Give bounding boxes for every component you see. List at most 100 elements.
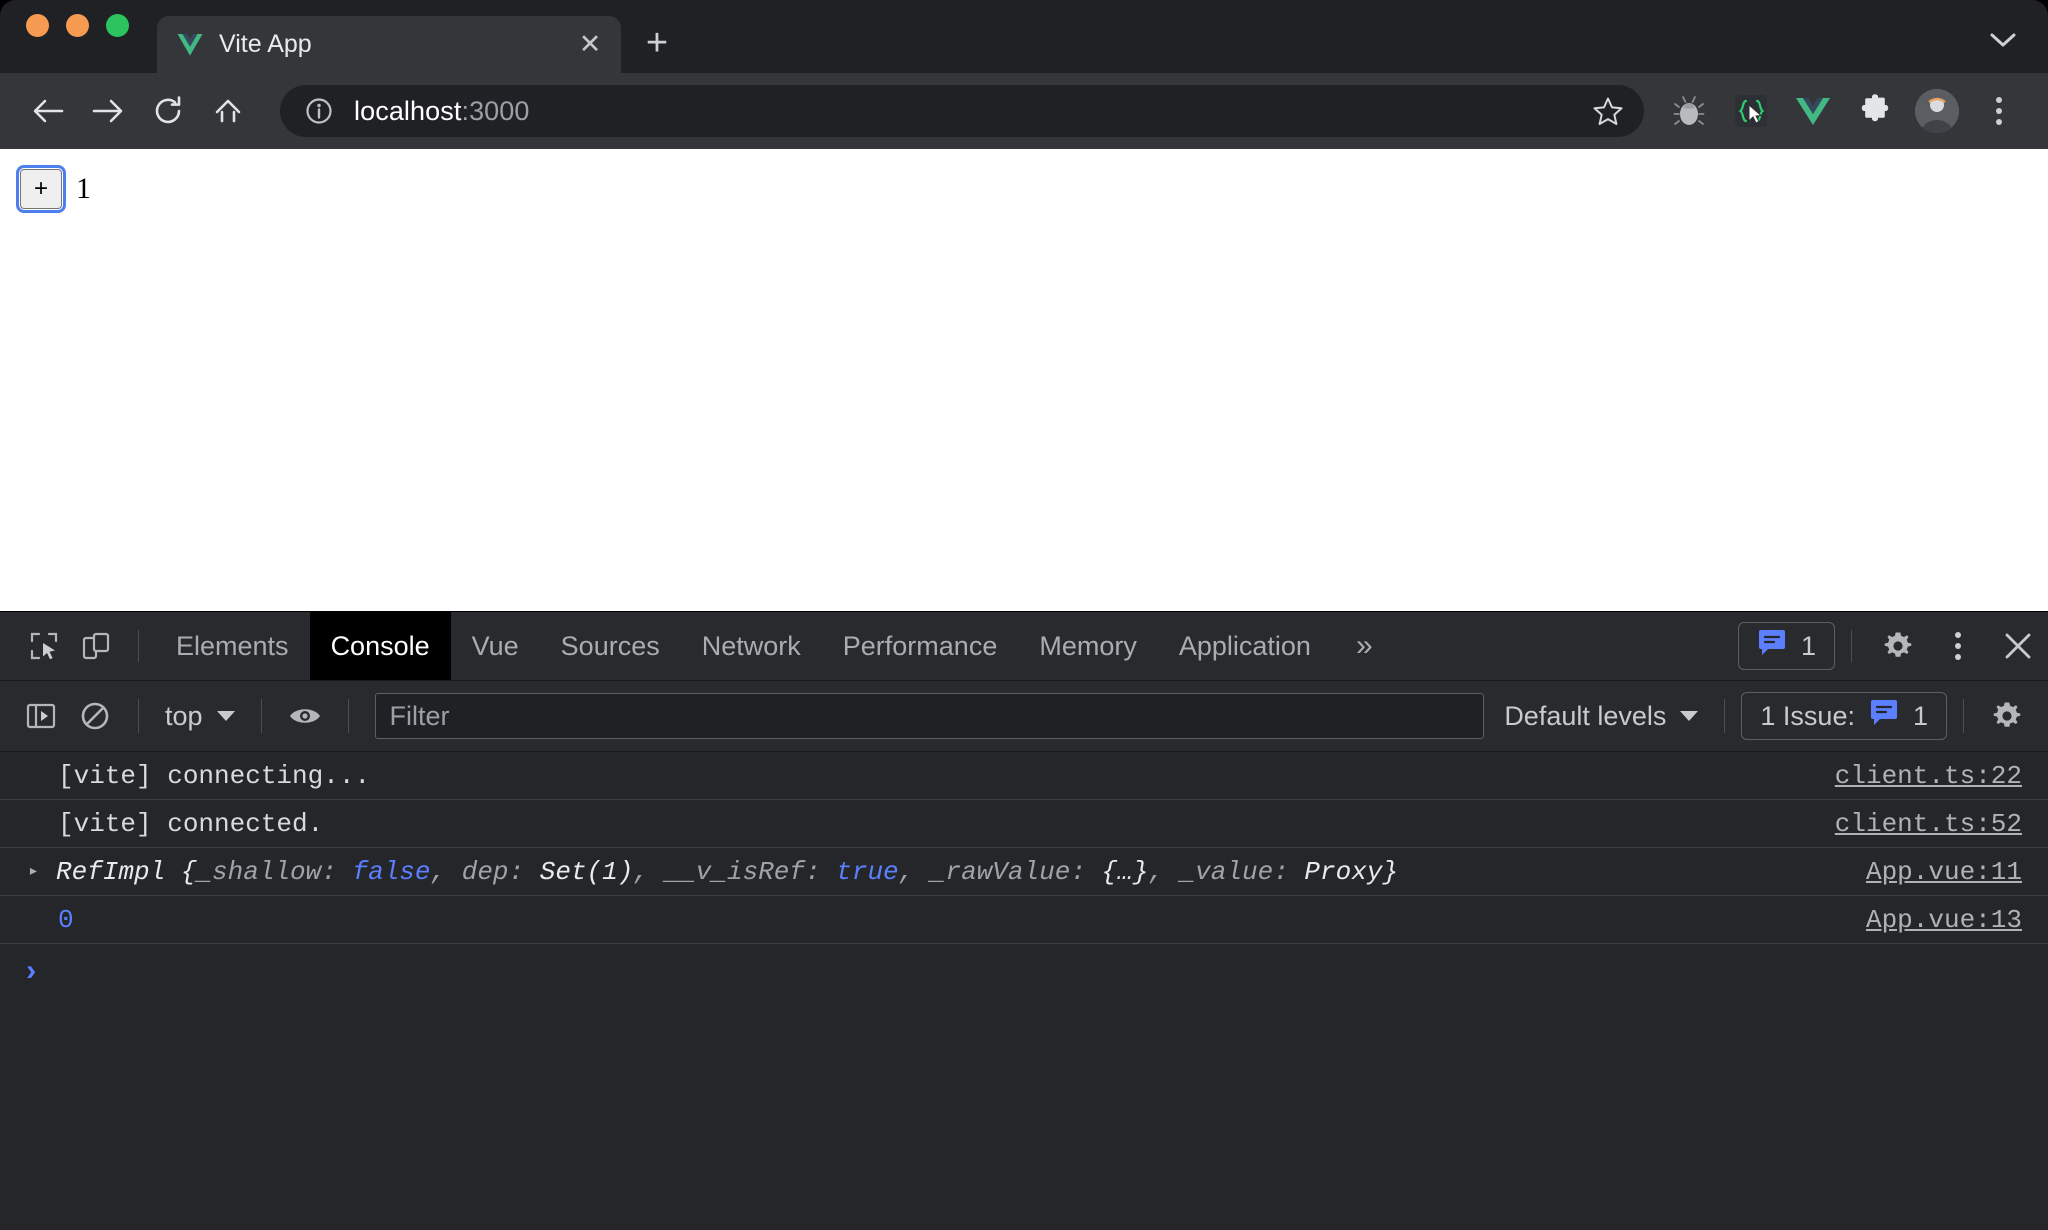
browser-window: Vite App ✕ + localhost:3000 + 1 Elements…	[0, 0, 2048, 1230]
device-toolbar-icon[interactable]	[70, 612, 122, 680]
filterbar-divider-4	[1724, 699, 1726, 733]
console-object-preview: RefImpl {_shallow: false, dep: Set(1), _…	[56, 856, 1399, 887]
three-dot-menu-icon[interactable]	[1970, 82, 2028, 140]
count-value: 1	[76, 172, 91, 205]
tab-console[interactable]: Console	[309, 612, 451, 680]
browser-tab[interactable]: Vite App ✕	[157, 16, 621, 73]
tab-title: Vite App	[219, 32, 312, 57]
address-bar[interactable]: localhost:3000	[280, 85, 1644, 137]
console-source-link[interactable]: client.ts:22	[1835, 761, 2022, 791]
code-cursor-extension-icon[interactable]	[1722, 82, 1780, 140]
star-icon[interactable]	[1586, 89, 1630, 133]
console-prompt[interactable]: ›	[0, 944, 2048, 1002]
console-message-text: [vite] connected.	[58, 808, 324, 839]
object-key: _rawValue	[929, 856, 1071, 887]
object-key: dep	[461, 856, 509, 887]
tab-strip: Vite App ✕ +	[0, 0, 2048, 73]
arrow-right-icon[interactable]	[78, 81, 138, 141]
inspect-element-icon[interactable]	[18, 612, 70, 680]
home-icon[interactable]	[198, 81, 258, 141]
console-message-list: [vite] connecting... client.ts:22 [vite]…	[0, 752, 2048, 1230]
new-tab-button[interactable]: +	[633, 19, 681, 67]
tab-sources[interactable]: Sources	[540, 612, 681, 680]
close-icon[interactable]	[1988, 612, 2048, 680]
object-value: false	[352, 856, 431, 887]
console-message-row[interactable]: [vite] connected. client.ts:52	[0, 800, 2048, 848]
object-constructor: RefImpl	[56, 856, 166, 887]
arrow-left-icon[interactable]	[18, 81, 78, 141]
eye-icon[interactable]	[278, 704, 332, 728]
menu-dots	[1996, 97, 2002, 125]
console-message-row[interactable]: 0 App.vue:13	[0, 896, 2048, 944]
url-port: :3000	[461, 95, 530, 126]
window-traffic-lights	[26, 0, 129, 73]
console-message-text: [vite] connecting...	[58, 760, 371, 791]
bug-extension-icon[interactable]	[1660, 82, 1718, 140]
console-source-link[interactable]: App.vue:11	[1866, 857, 2022, 887]
chevron-down-icon[interactable]	[1980, 17, 2026, 63]
object-open-brace: {	[165, 856, 197, 887]
issue-summary-count: 1	[1912, 700, 1928, 731]
clear-console-icon[interactable]	[68, 701, 122, 731]
close-window-button[interactable]	[26, 14, 49, 37]
message-issue-icon	[1757, 629, 1787, 664]
tab-memory[interactable]: Memory	[1018, 612, 1158, 680]
tabbar-divider-right	[1851, 630, 1852, 662]
console-object-row[interactable]: ▸ RefImpl {_shallow: false, dep: Set(1),…	[0, 848, 2048, 896]
gear-icon[interactable]	[1868, 612, 1928, 680]
console-sidebar-icon[interactable]	[14, 702, 68, 730]
menu-dots	[1955, 632, 1961, 660]
more-tabs-button[interactable]: »	[1332, 612, 1397, 680]
console-number-value: 0	[58, 904, 74, 935]
issues-count: 1	[1800, 630, 1816, 661]
console-filterbar: top Default levels 1 Issue:	[0, 681, 2048, 752]
increment-button[interactable]: +	[16, 165, 66, 213]
console-context-selector[interactable]: top	[155, 701, 245, 732]
object-value: true	[836, 856, 899, 887]
vue-devtools-extension-icon[interactable]	[1784, 82, 1842, 140]
vue-logo-icon	[177, 32, 203, 58]
filter-input[interactable]	[374, 693, 1485, 739]
info-circle-icon[interactable]	[302, 94, 336, 128]
issues-badge[interactable]: 1	[1737, 622, 1835, 670]
console-source-link[interactable]: App.vue:13	[1866, 905, 2022, 935]
tab-vue[interactable]: Vue	[451, 612, 540, 680]
address-bar-url: localhost:3000	[354, 96, 1586, 127]
reload-icon[interactable]	[138, 81, 198, 141]
filterbar-divider-2	[260, 699, 262, 733]
chevron-down-icon	[1680, 711, 1699, 721]
avatar[interactable]	[1915, 89, 1959, 133]
url-host: localhost	[354, 95, 462, 126]
filterbar-divider-1	[138, 699, 139, 733]
log-levels-selector[interactable]: Default levels	[1494, 701, 1708, 732]
devtools-more-options-icon[interactable]	[1928, 612, 1988, 680]
tabbar-spacer	[1397, 612, 1738, 680]
tab-elements[interactable]: Elements	[155, 612, 310, 680]
console-settings-gear-icon[interactable]	[1980, 700, 2034, 732]
object-key: _shallow	[196, 856, 322, 887]
object-close-brace: }	[1382, 856, 1399, 887]
prompt-caret-icon: ›	[22, 956, 41, 990]
expand-triangle-icon[interactable]: ▸	[28, 863, 50, 881]
maximize-window-button[interactable]	[106, 14, 129, 37]
chevron-down-icon	[216, 711, 235, 721]
tab-application[interactable]: Application	[1158, 612, 1332, 680]
issue-summary-label: 1 Issue:	[1760, 700, 1855, 731]
extension-icons	[1660, 82, 2028, 140]
minimize-window-button[interactable]	[66, 14, 89, 37]
console-source-link[interactable]: client.ts:52	[1835, 809, 2022, 839]
object-value: Proxy	[1304, 856, 1383, 887]
tab-performance[interactable]: Performance	[822, 612, 1019, 680]
log-levels-label: Default levels	[1504, 700, 1667, 731]
console-message-row[interactable]: [vite] connecting... client.ts:22	[0, 752, 2048, 800]
puzzle-extensions-icon[interactable]	[1846, 82, 1904, 140]
browser-toolbar: localhost:3000	[0, 73, 2048, 149]
devtools-panel: Elements Console Vue Sources Network Per…	[0, 611, 2048, 1230]
issue-summary-button[interactable]: 1 Issue: 1	[1741, 692, 1947, 740]
tab-network[interactable]: Network	[681, 612, 822, 680]
object-key: _value	[1179, 856, 1274, 887]
object-value: {…}	[1101, 856, 1149, 887]
profile-avatar[interactable]	[1908, 82, 1966, 140]
devtools-tabbar: Elements Console Vue Sources Network Per…	[0, 612, 2048, 681]
tab-close-button[interactable]: ✕	[573, 28, 607, 62]
